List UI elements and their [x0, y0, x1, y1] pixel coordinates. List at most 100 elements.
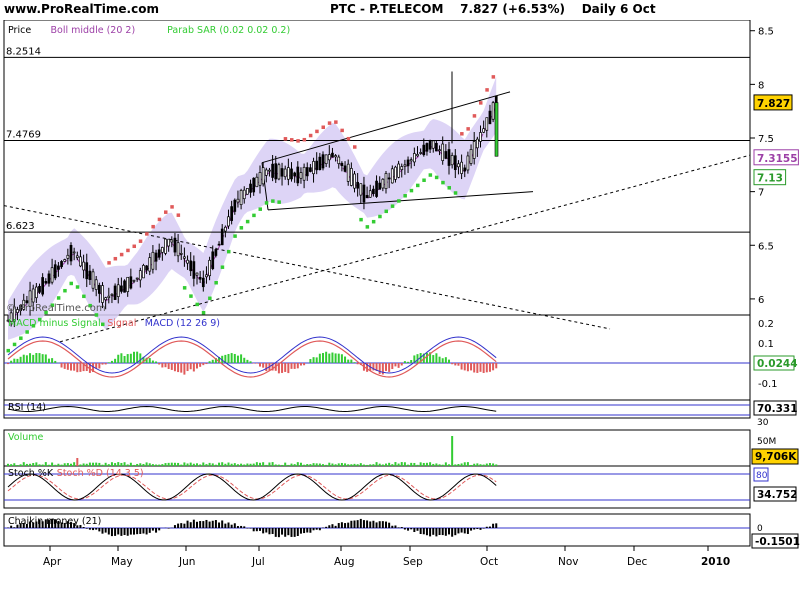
volume-bar — [54, 464, 57, 466]
sar-dot — [107, 261, 111, 265]
macd-hist-bar — [293, 363, 296, 369]
volume-bar — [16, 464, 19, 466]
xtick-label: Jul — [251, 556, 265, 568]
hline-label: 6.623 — [6, 221, 35, 232]
chaikin-bar — [139, 528, 142, 534]
chaikin-bar — [378, 521, 381, 528]
sar-dot — [19, 336, 23, 340]
candle-body — [375, 180, 378, 197]
macd-hist-bar — [378, 363, 381, 374]
chaikin-bar — [391, 525, 394, 528]
macd-hist-bar — [485, 363, 488, 373]
volume-bar — [375, 462, 378, 466]
volume-bar — [186, 463, 189, 466]
candle-body — [315, 160, 319, 171]
volume-bar — [403, 462, 406, 466]
chaikin-bar — [438, 528, 441, 535]
sar-dot — [346, 136, 351, 141]
candle-body — [34, 286, 38, 299]
macd-hist-bar — [202, 363, 205, 366]
chaikin-bar — [369, 521, 372, 528]
volume-bar — [262, 462, 265, 466]
volume-bar — [322, 464, 324, 466]
volume-bar — [117, 462, 120, 466]
volume-bar — [221, 462, 224, 466]
candle-body — [132, 279, 136, 282]
candle-body — [334, 155, 337, 158]
chaikin-bar — [303, 528, 306, 534]
chaikin-bar — [148, 528, 151, 533]
chaikin-bar — [271, 528, 274, 534]
candle-body — [268, 169, 271, 172]
macd-hist-bar — [139, 353, 142, 363]
volume-bar — [41, 464, 44, 466]
macd-hist-bar — [16, 358, 19, 363]
chaikin-bar — [466, 528, 469, 534]
candle-body — [60, 261, 63, 268]
candle-body — [290, 168, 293, 180]
volume-bar — [151, 464, 154, 466]
sar-dot — [434, 175, 439, 180]
sar-dot — [453, 191, 458, 195]
volume-bar — [466, 462, 469, 466]
sar-dot — [214, 280, 218, 285]
sar-dot — [195, 302, 199, 307]
chaikin-bar — [454, 528, 457, 536]
volume-bar — [63, 463, 66, 466]
volume-bar — [136, 463, 139, 466]
macd-last-label: 0.0244 — [757, 358, 798, 370]
chaikin-bar — [422, 528, 425, 535]
volume-bar — [416, 464, 419, 466]
chaikin-bar — [192, 519, 195, 528]
chaikin-bar — [410, 528, 413, 530]
macd-hist-bar — [177, 363, 180, 373]
chaikin-bar — [211, 520, 214, 528]
price-label: 7.827 — [757, 98, 790, 110]
chaikin-bar — [110, 528, 113, 537]
chart-area[interactable]: 8.2514 7.4769 6.623 © ProRealTime.com Price B… — [0, 20, 800, 600]
watermark: © ProRealTime.com — [6, 303, 106, 314]
macd-hist-bar — [66, 363, 69, 370]
legend-chaikin: Chaikin money (21) — [8, 516, 101, 527]
chaikin-bar — [249, 528, 252, 529]
candle-body — [211, 251, 215, 270]
legend-rsi: RSI (14) — [8, 402, 46, 413]
chaikin-bar — [274, 528, 277, 537]
volume-bar — [202, 462, 205, 466]
volume-bar — [70, 463, 72, 466]
candle-body — [91, 271, 95, 289]
candle-body — [75, 255, 79, 258]
volume-bar — [177, 462, 180, 466]
volume-bar — [155, 464, 158, 466]
candle-body — [397, 163, 400, 178]
sar-dot — [252, 213, 256, 218]
candle-body — [321, 154, 325, 169]
candle-body — [362, 184, 366, 203]
macd-hist-bar — [29, 353, 32, 363]
macd-hist-bar — [438, 356, 441, 363]
chaikin-bar — [375, 522, 378, 528]
candle-body — [120, 285, 123, 292]
chaikin-bar — [186, 520, 189, 528]
volume-ytick: 50M — [757, 437, 776, 447]
volume-bar — [110, 462, 113, 466]
volume-bar — [120, 462, 123, 466]
price-label: 7.3155 — [757, 153, 798, 165]
volume-bar — [19, 464, 22, 466]
candle-body — [201, 277, 205, 288]
ytick-label: 7 — [758, 188, 764, 199]
chaikin-bar — [366, 520, 369, 528]
candle-body — [214, 249, 218, 256]
chaikin-bar — [101, 528, 104, 534]
macd-hist-bar — [13, 358, 16, 363]
macd-hist-bar — [356, 363, 359, 365]
site-name[interactable]: www.ProRealTime.com — [4, 2, 159, 16]
candle-body — [460, 161, 463, 174]
candle-body — [413, 153, 416, 163]
volume-bar — [7, 463, 9, 466]
volume-bar — [249, 463, 252, 466]
chaikin-bar — [416, 528, 419, 531]
candle-body — [350, 168, 353, 186]
chaikin-bar — [199, 521, 202, 528]
macd-hist-bar — [173, 363, 176, 372]
